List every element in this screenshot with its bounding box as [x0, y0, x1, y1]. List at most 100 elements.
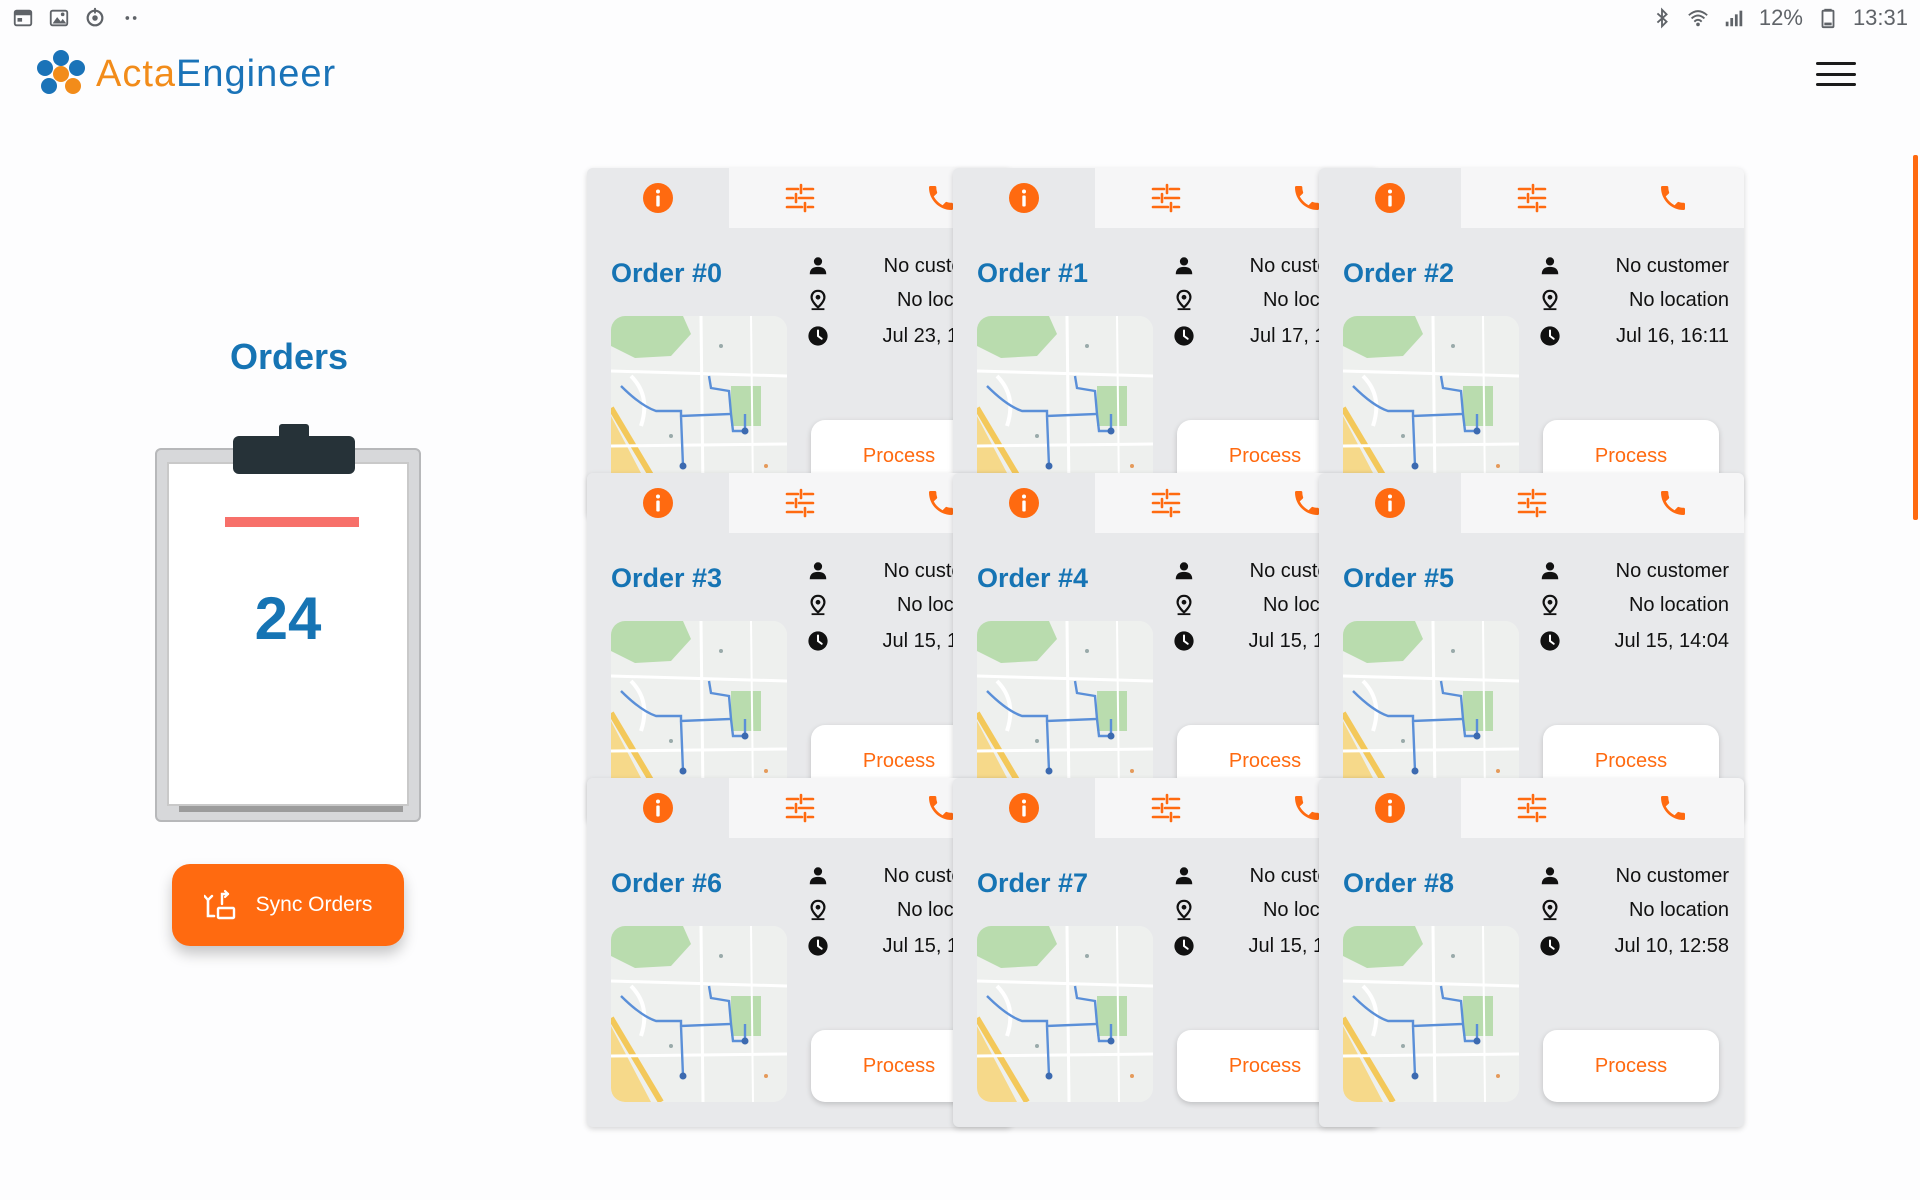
order-card-tabs [953, 778, 1378, 838]
tab-settings[interactable] [1094, 168, 1237, 228]
order-map-thumbnail[interactable] [611, 926, 787, 1102]
logo-text-engineer: Engineer [176, 52, 337, 95]
person-icon [1175, 257, 1193, 275]
info-icon [1374, 793, 1405, 823]
tab-settings[interactable] [1094, 473, 1237, 533]
app-header: ActaEngineer [0, 36, 1920, 146]
person-icon [1175, 562, 1193, 580]
tab-info[interactable] [953, 473, 1095, 533]
battery-icon [1821, 8, 1835, 29]
info-icon [1008, 183, 1039, 213]
status-bar-left [12, 7, 142, 29]
order-map-thumbnail[interactable] [977, 316, 1153, 492]
sliders-icon [1151, 793, 1180, 823]
phone-icon [1661, 491, 1686, 515]
order-card: Order #4 No customer No location Jul 15,… [953, 473, 1378, 822]
order-map-thumbnail[interactable] [1343, 621, 1519, 797]
date-row: Jul 10, 12:58 [1539, 930, 1729, 962]
map-image [977, 926, 1153, 1102]
tab-settings[interactable] [1094, 778, 1237, 838]
tab-info[interactable] [587, 778, 729, 838]
person-icon [809, 867, 827, 885]
order-map-thumbnail[interactable] [611, 621, 787, 797]
order-map-thumbnail[interactable] [977, 621, 1153, 797]
order-title: Order #5 [1343, 563, 1455, 593]
order-title: Order #8 [1343, 868, 1455, 898]
logo-text-acta: Acta [96, 52, 177, 95]
order-card-tabs [587, 473, 1012, 533]
order-card-tabs [587, 778, 1012, 838]
scrollbar[interactable] [1913, 155, 1918, 520]
tab-info[interactable] [1319, 168, 1461, 228]
calendar-icon [13, 9, 33, 27]
info-icon [1374, 488, 1405, 518]
date-row: Jul 16, 16:11 [1539, 320, 1729, 352]
tab-info[interactable] [953, 778, 1095, 838]
order-card-tabs [953, 168, 1378, 228]
tab-settings[interactable] [1460, 778, 1603, 838]
clock-icon [808, 936, 828, 956]
logo-text: ActaEngineer [96, 53, 336, 96]
sync-status-icon [86, 7, 104, 27]
order-card: Order #0 No customer No location Jul 23,… [587, 168, 1012, 517]
order-card-tabs [1319, 473, 1744, 533]
tab-settings[interactable] [728, 778, 871, 838]
tab-settings[interactable] [1460, 168, 1603, 228]
signal-icon [1725, 10, 1743, 27]
wifi-icon [1688, 10, 1708, 27]
tab-call[interactable] [1602, 778, 1744, 838]
date-row: Jul 15, 14:04 [1539, 625, 1729, 657]
tab-settings[interactable] [1460, 473, 1603, 533]
orders-title: Orders [229, 336, 349, 377]
tab-info[interactable] [587, 473, 729, 533]
clipboard-illustration: 24 [155, 424, 421, 822]
tab-settings[interactable] [728, 473, 871, 533]
order-map-thumbnail[interactable] [1343, 316, 1519, 492]
order-map-thumbnail[interactable] [1343, 926, 1519, 1102]
info-icon [1008, 793, 1039, 823]
battery-percentage: 12% [1758, 5, 1803, 30]
order-title: Order #2 [1343, 258, 1455, 288]
order-title: Order #4 [977, 563, 1089, 593]
process-button[interactable]: Process [1543, 1030, 1719, 1102]
order-map-thumbnail[interactable] [611, 316, 787, 492]
clock-icon [1540, 631, 1560, 651]
order-card-tabs [1319, 778, 1744, 838]
sync-orders-button[interactable]: Sync Orders [172, 864, 404, 946]
bluetooth-icon [1656, 7, 1668, 29]
customer-name: No customer [1615, 559, 1729, 582]
sliders-icon [785, 183, 814, 213]
hamburger-menu-button[interactable] [1812, 56, 1860, 92]
order-map-thumbnail[interactable] [977, 926, 1153, 1102]
map-image [611, 621, 787, 797]
status-bar-right: 12% 13:31 [1651, 5, 1908, 31]
customer-name: No customer [1615, 254, 1729, 277]
location-pin-icon [1176, 899, 1192, 921]
clock-icon [1540, 936, 1560, 956]
tab-call[interactable] [1602, 473, 1744, 533]
clip-body [233, 436, 355, 474]
info-icon [1008, 488, 1039, 518]
tab-info[interactable] [587, 168, 729, 228]
order-title: Order #3 [611, 563, 723, 593]
sync-orders-label: Sync Orders [255, 893, 373, 916]
location-row: No location [1539, 589, 1729, 621]
sliders-icon [1517, 488, 1546, 518]
tab-settings[interactable] [728, 168, 871, 228]
menu-line [1816, 72, 1856, 76]
customer-row: No customer [1539, 555, 1729, 587]
logo-icon [37, 50, 85, 94]
menu-line [1816, 83, 1856, 86]
tab-call[interactable] [1602, 168, 1744, 228]
location-text: No location [1628, 593, 1729, 616]
tab-info[interactable] [1319, 778, 1461, 838]
info-icon [1374, 183, 1405, 213]
clock-icon [1174, 631, 1194, 651]
order-card-tabs [953, 473, 1378, 533]
status-bar: 12% 13:31 [0, 0, 1920, 36]
tab-info[interactable] [953, 168, 1095, 228]
location-pin-icon [1542, 289, 1558, 311]
order-title: Order #0 [611, 258, 723, 288]
tab-info[interactable] [1319, 473, 1461, 533]
map-image [1343, 316, 1519, 492]
